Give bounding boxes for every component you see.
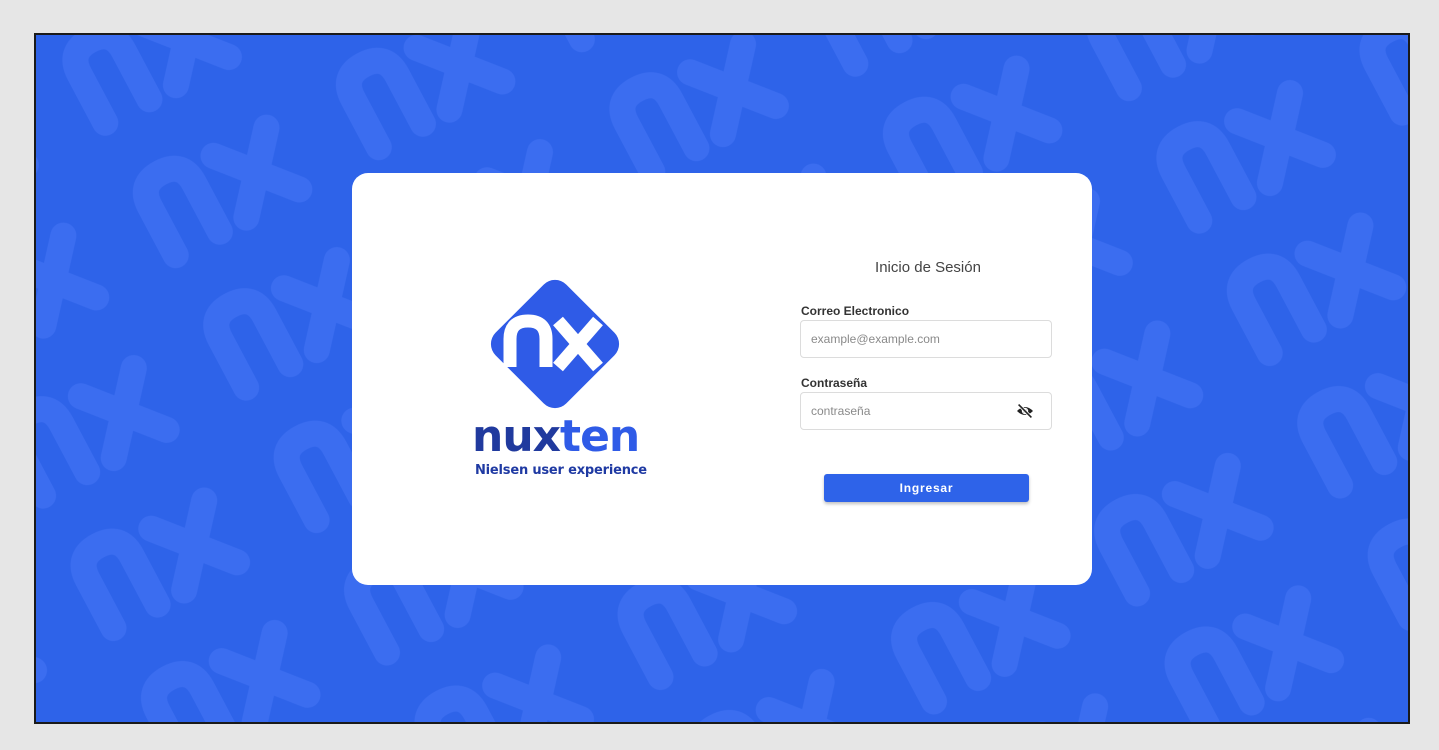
password-label: Contraseña: [801, 376, 868, 390]
submit-button[interactable]: Ingresar: [824, 474, 1029, 502]
password-field-wrapper: [800, 392, 1052, 430]
email-label: Correo Electronico: [801, 304, 910, 318]
email-field[interactable]: [811, 321, 1001, 357]
eye-slash-icon[interactable]: [1015, 403, 1035, 419]
page-title: Inicio de Sesión: [875, 259, 981, 276]
email-field-wrapper: [800, 320, 1052, 358]
login-card: nuxten Nielsen user experience Inicio de…: [352, 173, 1092, 585]
app-frame: nuxten Nielsen user experience Inicio de…: [34, 33, 1410, 724]
brand-name-part1: nux: [472, 411, 561, 462]
brand-name-part2: ten: [560, 411, 640, 462]
brand-name: nuxten: [472, 415, 640, 459]
login-form: Inicio de Sesión Correo Electronico Cont…: [800, 173, 1060, 585]
password-field[interactable]: [811, 393, 1001, 429]
nx-diamond-logo: [490, 279, 620, 409]
brand-tagline: Nielsen user experience: [475, 463, 647, 478]
brand-block: nuxten Nielsen user experience: [470, 269, 660, 489]
